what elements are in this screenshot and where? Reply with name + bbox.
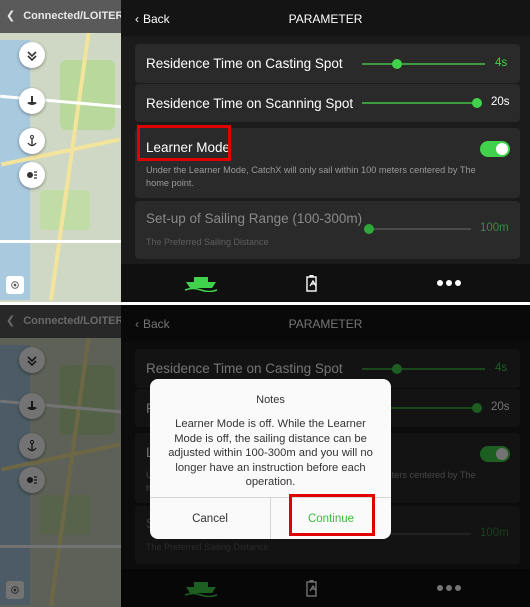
- sailing-range-sublabel: The Preferred Sailing Distance: [146, 237, 269, 247]
- sailing-range-label: Set-up of Sailing Range (100-300m): [146, 211, 363, 226]
- scanning-time-label: Residence Time on Scanning Spot: [146, 96, 354, 111]
- tab-battery[interactable]: [263, 264, 363, 302]
- learner-mode-highlight: [137, 125, 231, 161]
- tab-more[interactable]: [399, 264, 499, 302]
- connection-status[interactable]: ❮ Connected/LOITER: [0, 0, 121, 33]
- locate-icon: [11, 281, 19, 289]
- cast-icon: [27, 96, 37, 105]
- anchor-icon: [27, 135, 37, 147]
- locate-button[interactable]: [6, 276, 24, 294]
- map-view[interactable]: [0, 0, 121, 302]
- boat-icon: [184, 277, 218, 292]
- slider-knob[interactable]: [392, 59, 402, 69]
- slider-knob[interactable]: [472, 98, 482, 108]
- panel-header: ‹Back PARAMETER: [121, 0, 530, 36]
- sonar-button[interactable]: [19, 162, 45, 188]
- dialog-title: Notes: [256, 394, 285, 406]
- parameter-screen-dialog: ❮Connected/LOITER ‹Back PARAMETER Reside…: [0, 305, 530, 607]
- casting-time-value: 4s: [495, 57, 508, 69]
- scanning-time-row: Residence Time on Scanning Spot 20s: [135, 84, 520, 122]
- sonar-icon: [27, 171, 37, 179]
- connection-label: Connected/LOITER: [23, 10, 121, 22]
- sailing-range-slider[interactable]: [364, 224, 471, 234]
- sailing-range-value: 100m: [480, 222, 509, 234]
- casting-time-slider[interactable]: [362, 59, 485, 69]
- slider-knob[interactable]: [364, 224, 374, 234]
- tab-boat[interactable]: [151, 264, 251, 302]
- page-title: PARAMETER: [288, 12, 363, 26]
- battery-icon: [306, 275, 317, 292]
- cast-button[interactable]: [19, 88, 45, 114]
- scanning-time-slider[interactable]: [362, 98, 482, 108]
- waypoint-button[interactable]: [19, 42, 45, 68]
- parameter-screen-learner-on: ❮ Connected/LOITER ‹ Back PARAMETER Reside…: [0, 0, 530, 302]
- learner-mode-toggle[interactable]: [480, 141, 510, 157]
- casting-time-row: Residence Time on Casting Spot 4s: [135, 44, 520, 83]
- more-icon: [437, 280, 461, 286]
- back-chevron-icon[interactable]: ❮: [6, 0, 15, 33]
- continue-highlight: [289, 494, 375, 536]
- anchor-button[interactable]: [19, 128, 45, 154]
- cancel-button[interactable]: Cancel: [150, 498, 270, 539]
- dialog-message: Learner Mode is off. While the Learner M…: [168, 418, 373, 488]
- bottom-tab-bar: [121, 264, 530, 302]
- casting-time-label: Residence Time on Casting Spot: [146, 56, 343, 71]
- sailing-range-row: Set-up of Sailing Range (100-300m) The P…: [135, 201, 520, 259]
- learner-mode-description: Under the Learner Mode, CatchX will only…: [146, 165, 476, 188]
- waypoint-icon: [27, 51, 37, 62]
- scanning-time-value: 20s: [491, 96, 510, 108]
